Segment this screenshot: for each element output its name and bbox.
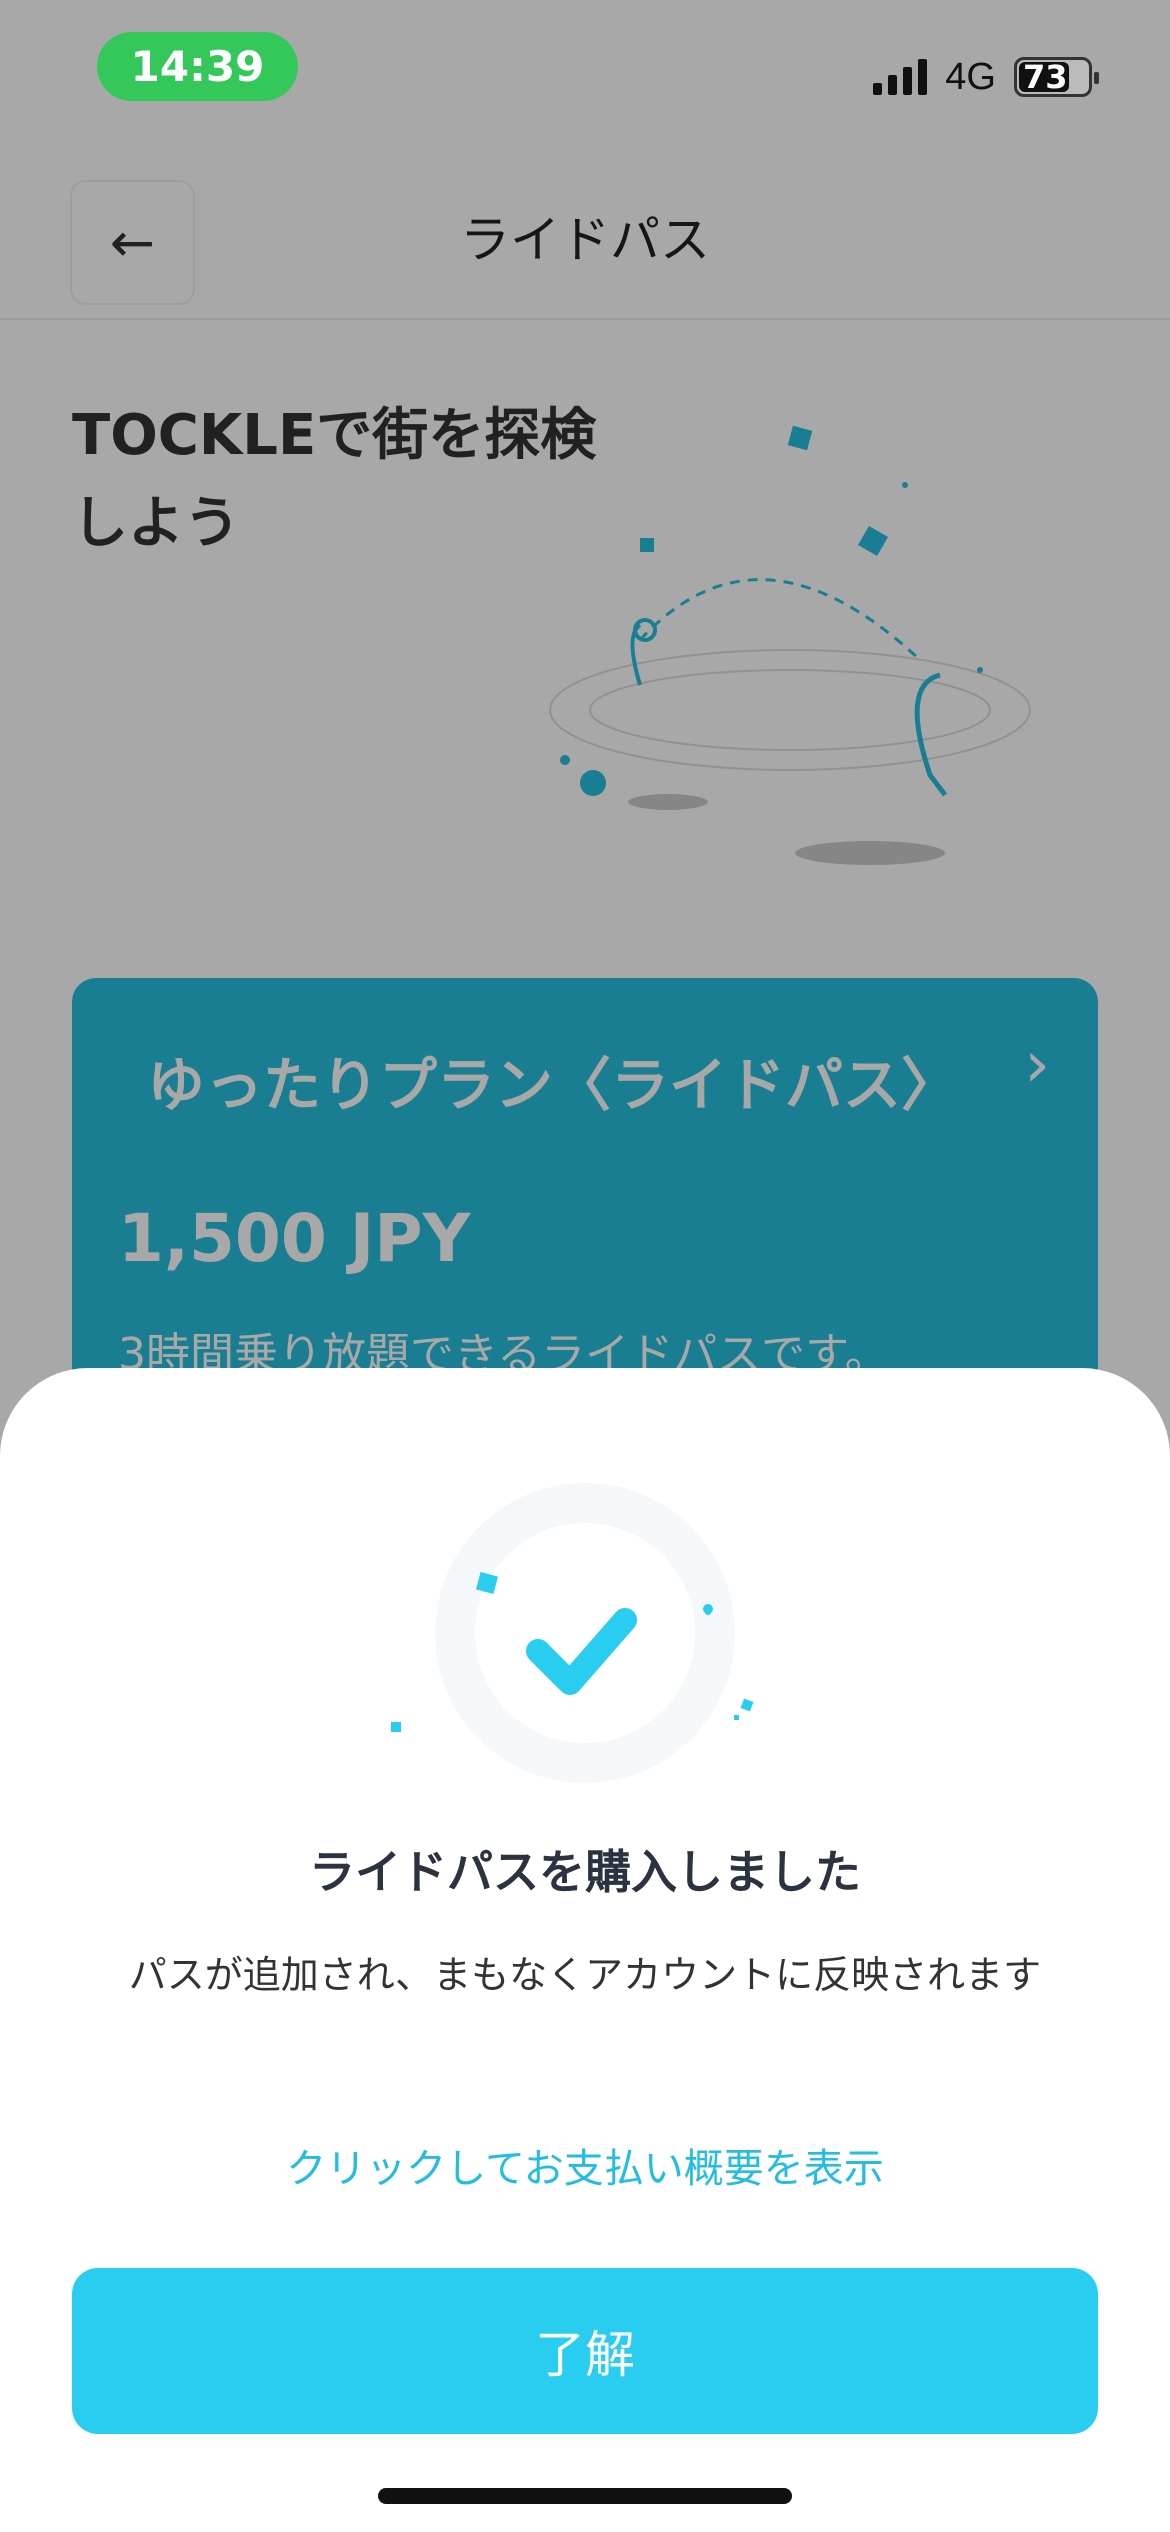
success-illustration [391,1483,754,1783]
screen: 14:39 4G 73 ← ライドパス TOCKLEで街を探検しよう ゆったりプ… [0,0,1170,2532]
status-time: 14:39 [97,32,298,101]
ok-button[interactable]: 了解 [72,2268,1098,2434]
sheet-subtitle: パスが追加され、まもなくアカウントに反映されます [128,1953,1042,1997]
battery-icon: 73 [1014,57,1099,97]
sheet-title: ライドパスを購入しました [309,1845,861,1899]
purchase-success-sheet: ライドパスを購入しました パスが追加され、まもなくアカウントに反映されます クリ… [0,1368,1170,2532]
battery-level: 73 [1023,58,1068,96]
home-indicator [378,2488,792,2504]
signal-icon [873,59,928,95]
status-indicators: 4G 73 [873,52,1099,102]
payment-summary-link[interactable]: クリックしてお支払い概要を表示 [0,2136,1170,2194]
network-label: 4G [945,55,996,98]
